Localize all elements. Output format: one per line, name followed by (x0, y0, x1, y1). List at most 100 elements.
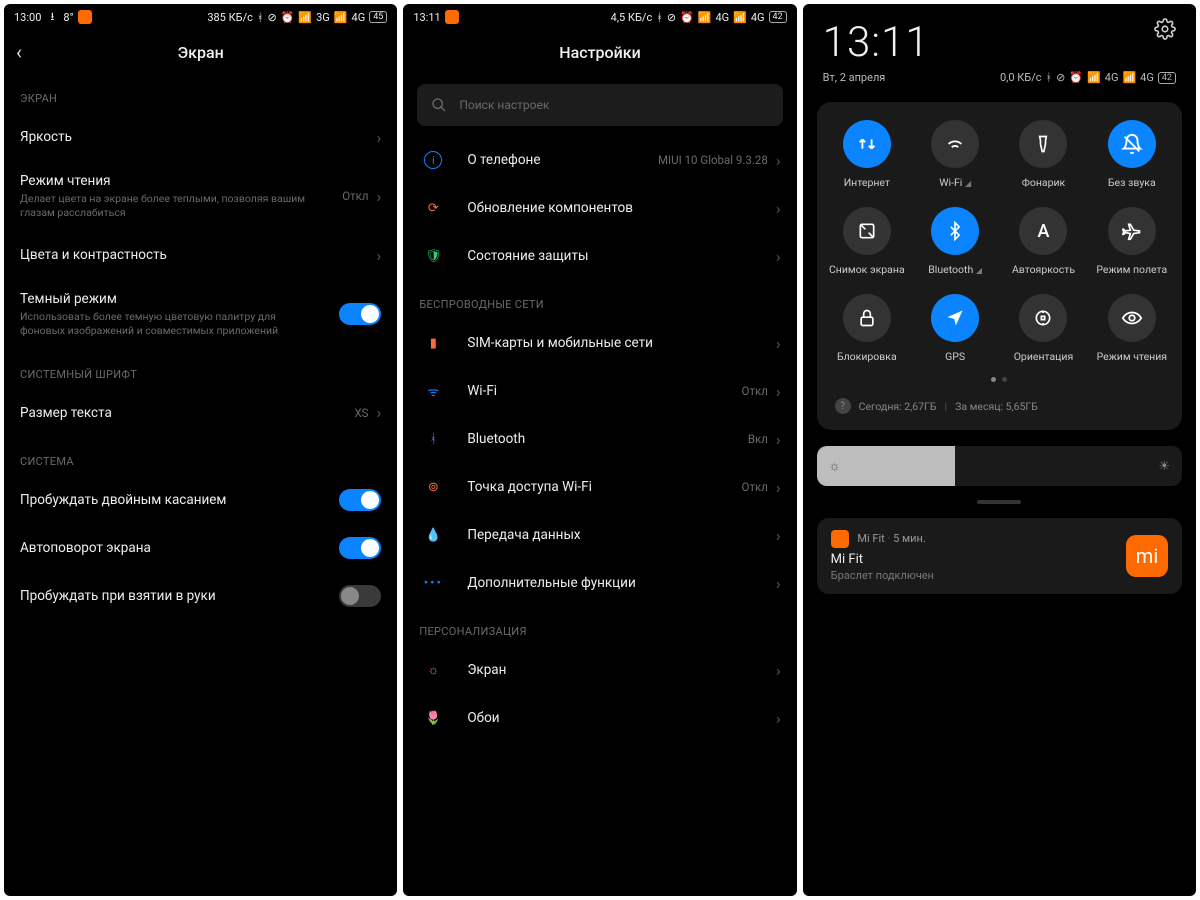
signal-icon-2: 📶 (334, 11, 348, 24)
alarm-icon: ⏰ (1069, 71, 1083, 84)
qs-tile-screenshot[interactable]: Снимок экрана (823, 207, 911, 276)
row-security[interactable]: 🛡 Состояние защиты › (403, 232, 796, 280)
page-title: Настройки (559, 43, 640, 62)
bt-icon (931, 207, 979, 255)
label: Пробуждать при взятии в руки (20, 588, 339, 604)
back-button[interactable]: ‹ (16, 40, 22, 64)
net-4g-2: 4G (751, 11, 765, 24)
alarm-icon: ⏰ (680, 11, 694, 24)
net-4g-2: 4G (1140, 71, 1154, 84)
update-icon: ⟳ (428, 201, 439, 216)
label: Передача данных (467, 527, 776, 543)
gps-icon (931, 294, 979, 342)
notif-app-icon (831, 530, 849, 548)
qs-tile-orient[interactable]: Ориентация (999, 294, 1087, 363)
label: Точка доступа Wi-Fi (467, 479, 741, 495)
notif-large-icon: mi (1126, 535, 1168, 577)
row-text-size[interactable]: Размер текста XS › (4, 389, 397, 437)
battery-icon: 42 (769, 11, 787, 23)
dark-mode-toggle[interactable] (339, 303, 381, 325)
notif-age: 5 мин. (893, 532, 926, 545)
qs-tile-plane[interactable]: Режим полета (1088, 207, 1176, 276)
question-icon: ? (835, 398, 851, 414)
qs-tile-wifi[interactable]: Wi-Fi ◢ (911, 120, 999, 189)
chevron-right-icon: › (377, 187, 382, 206)
header: Настройки (403, 30, 796, 74)
row-display[interactable]: ☼ Экран › (403, 646, 796, 694)
brightness-slider[interactable]: ☼ ☀ (817, 446, 1182, 486)
row-hotspot[interactable]: ⊚ Точка доступа Wi-Fi Откл › (403, 463, 796, 511)
statusbar: 13:11 4,5 КБ/с ᚼ ⊘ ⏰ 📶 4G 📶 4G 42 (403, 4, 796, 30)
raise-wake-toggle[interactable] (339, 585, 381, 607)
qs-label: Режим чтения (1097, 350, 1167, 363)
page-title: Экран (178, 43, 224, 62)
notification-card[interactable]: Mi Fit · 5 мин. Mi Fit Браслет подключен… (817, 518, 1182, 594)
signal-icon: 📶 (698, 11, 712, 24)
qs-tile-torch[interactable]: Фонарик (999, 120, 1087, 189)
value: Откл (342, 189, 368, 203)
label: Размер текста (20, 405, 354, 421)
chevron-right-icon: › (377, 403, 382, 422)
row-bluetooth[interactable]: ᚼ Bluetooth Вкл › (403, 415, 796, 463)
date: Вт, 2 апреля (823, 71, 886, 84)
qs-tile-mute[interactable]: Без звука (1088, 120, 1176, 189)
statusbar: 13:00 ⭳ 8° 385 КБ/с ᚼ ⊘ ⏰ 📶 3G 📶 4G 45 (4, 4, 397, 30)
row-wifi[interactable]: ᯤ Wi-Fi Откл › (403, 367, 796, 415)
qs-label: Интернет (844, 176, 890, 189)
brightness-high-icon: ☀ (1146, 459, 1182, 474)
qs-label: Фонарик (1022, 176, 1066, 189)
chevron-right-icon: › (776, 247, 781, 266)
qs-tile-gps[interactable]: GPS (911, 294, 999, 363)
plane-icon (1108, 207, 1156, 255)
description: Использовать более темную цветовую палит… (20, 310, 320, 337)
hotspot-icon: ⊚ (428, 480, 439, 495)
clock: 13:11 (823, 18, 930, 67)
info-icon: i (424, 151, 442, 169)
notification-handle[interactable] (977, 500, 1021, 504)
net-3g: 3G (316, 11, 330, 24)
qs-tile-lock[interactable]: Блокировка (823, 294, 911, 363)
dnd-icon: ⊘ (268, 11, 277, 24)
value: Вкл (748, 432, 768, 446)
chevron-right-icon: › (776, 709, 781, 728)
qs-label: Bluetooth ◢ (928, 263, 982, 276)
row-reading-mode[interactable]: Режим чтения Делает цвета на экране боле… (4, 161, 397, 231)
label: Wi-Fi (467, 383, 741, 399)
chevron-right-icon: › (776, 526, 781, 545)
row-dark-mode: Темный режим Использовать более темную ц… (4, 279, 397, 349)
row-update[interactable]: ⟳ Обновление компонентов › (403, 184, 796, 232)
net-4g: 4G (352, 11, 366, 24)
read-icon (1108, 294, 1156, 342)
section-personalization: ПЕРСОНАЛИЗАЦИЯ (403, 607, 796, 646)
dnd-icon: ⊘ (1056, 71, 1065, 84)
row-wallpaper[interactable]: 🌷 Обои › (403, 694, 796, 742)
autorotate-toggle[interactable] (339, 537, 381, 559)
search-input[interactable]: Поиск настроек (417, 84, 782, 126)
label: Темный режим (20, 291, 339, 307)
row-data[interactable]: 💧 Передача данных › (403, 511, 796, 559)
status-temp: 8° (63, 11, 73, 24)
qs-tile-autob[interactable]: AАвтояркость (999, 207, 1087, 276)
signal-icon: 📶 (1087, 71, 1101, 84)
row-more[interactable]: ••• Дополнительные функции › (403, 559, 796, 607)
row-about-phone[interactable]: i О телефоне MIUI 10 Global 9.3.28 › (403, 136, 796, 184)
value: Откл (742, 384, 768, 398)
double-tap-toggle[interactable] (339, 489, 381, 511)
label: Цвета и контрастность (20, 247, 377, 263)
download-icon: ⭳ (45, 10, 59, 24)
qs-tile-bt[interactable]: Bluetooth ◢ (911, 207, 999, 276)
qs-tile-data[interactable]: Интернет (823, 120, 911, 189)
data-usage[interactable]: ? Сегодня: 2,67ГБ | За месяц: 5,65ГБ (823, 392, 1176, 420)
data-icon: 💧 (425, 528, 441, 543)
header: ‹ Экран (4, 30, 397, 74)
row-sim[interactable]: ▮ SIM-карты и мобильные сети › (403, 319, 796, 367)
wifi-icon: ᯤ (427, 382, 439, 400)
chevron-right-icon: › (776, 661, 781, 680)
row-brightness[interactable]: Яркость › (4, 113, 397, 161)
row-colors[interactable]: Цвета и контрастность › (4, 231, 397, 279)
row-double-tap: Пробуждать двойным касанием (4, 476, 397, 524)
qs-tile-read[interactable]: Режим чтения (1088, 294, 1176, 363)
qs-label: Снимок экрана (829, 263, 905, 276)
qs-label: Wi-Fi ◢ (939, 176, 971, 189)
settings-gear-icon[interactable] (1154, 18, 1176, 40)
